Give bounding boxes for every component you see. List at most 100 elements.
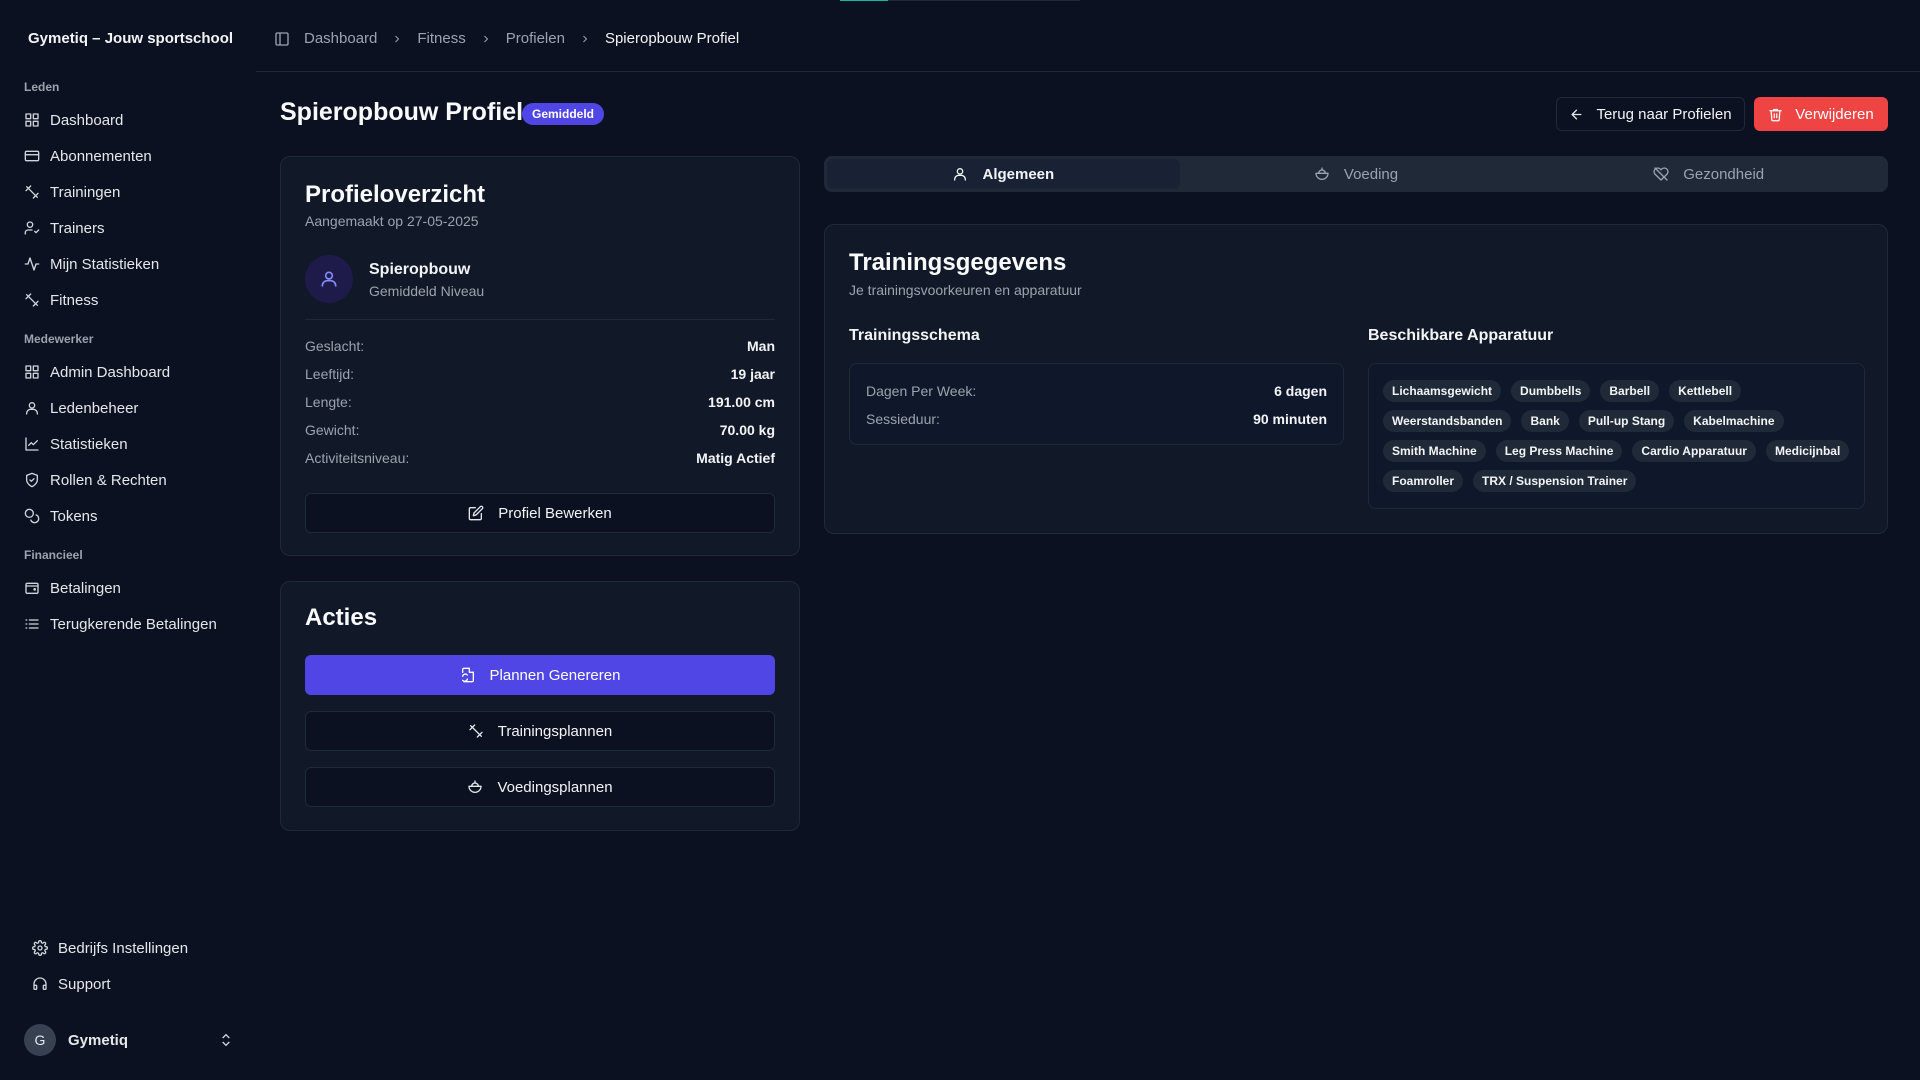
equipment-chip: Leg Press Machine	[1495, 440, 1623, 462]
detail-label: Geslacht:	[305, 338, 365, 354]
user-menu[interactable]: G Gymetiq	[24, 1024, 234, 1056]
equipment-title: Beschikbare Apparatuur	[1368, 327, 1554, 344]
sidebar-item-statistieken[interactable]: Statistieken	[16, 428, 244, 460]
back-to-profiles-button[interactable]: Terug naar Profielen	[1556, 97, 1745, 131]
sidebar-item-terugkerende-betalingen[interactable]: Terugkerende Betalingen	[16, 608, 244, 640]
dumbbell-icon	[469, 724, 483, 738]
tab-voeding[interactable]: Voeding	[1180, 159, 1533, 189]
sidebar-item-betalingen[interactable]: Betalingen	[16, 572, 244, 604]
shield-check-icon	[26, 472, 38, 488]
tab-label: Gezondheid	[1683, 165, 1765, 183]
sidebar-item-support[interactable]: Support	[24, 968, 252, 1000]
page-title: Spieropbouw Profiel	[280, 98, 524, 126]
sidebar-item-label: Trainers	[50, 219, 105, 237]
wallet-icon	[25, 582, 39, 594]
schedule-value: 90 minuten	[1253, 411, 1327, 427]
chevron-right-icon	[579, 33, 591, 45]
equipment-chip: Kettlebell	[1669, 380, 1742, 402]
breadcrumb-fitness[interactable]: Fitness	[417, 30, 465, 47]
breadcrumb-profielen[interactable]: Profielen	[506, 30, 565, 47]
group-label-leden: Leden	[24, 80, 60, 94]
user-name: Gymetiq	[68, 1031, 129, 1049]
sidebar-item-label: Admin Dashboard	[50, 363, 171, 381]
sidebar-toggle-button[interactable]	[274, 31, 290, 47]
profile-name: Spieropbouw	[369, 261, 471, 278]
equipment-chip: Dumbbells	[1511, 380, 1591, 402]
equipment-chip: Foamroller	[1383, 470, 1464, 492]
tab-label: Voeding	[1343, 165, 1399, 183]
sidebar-item-bedrijfs-instellingen[interactable]: Bedrijfs Instellingen	[24, 932, 252, 964]
equipment-chip: Weerstandsbanden	[1383, 410, 1512, 432]
actions-card: Acties Plannen Genereren Trainingsplanne…	[280, 581, 800, 831]
heart-pulse-off-icon	[1653, 167, 1669, 181]
card-title: Acties	[305, 604, 378, 631]
breadcrumb-current: Spieropbouw Profiel	[604, 30, 740, 47]
detail-row-activity: Activiteitsniveau: Matig Actief	[305, 450, 775, 466]
equipment-chip: Kabelmachine	[1684, 410, 1784, 432]
equipment-chip: Medicijnbal	[1765, 440, 1850, 462]
salad-icon	[468, 780, 483, 793]
schedule-row-duration: Sessieduur: 90 minuten	[866, 411, 1327, 427]
training-plans-button[interactable]: Trainingsplannen	[305, 711, 775, 751]
nutrition-plans-label: Voedingsplannen	[497, 778, 613, 796]
sidebar-item-label: Fitness	[50, 291, 99, 309]
sidebar-item-trainers[interactable]: Trainers	[16, 212, 244, 244]
file-sync-icon	[461, 667, 474, 683]
schedule-box: Dagen Per Week: 6 dagen Sessieduur: 90 m…	[849, 363, 1344, 445]
schedule-title: Trainingsschema	[849, 327, 980, 344]
edit-profile-button[interactable]: Profiel Bewerken	[305, 493, 775, 533]
delete-button[interactable]: Verwijderen	[1754, 97, 1888, 131]
avatar: G	[24, 1024, 56, 1056]
equipment-list: Lichaamsgewicht Dumbbells Barbell Kettlebel…	[1368, 363, 1865, 509]
equipment-chip: Cardio Apparatuur	[1632, 440, 1756, 462]
user-icon	[954, 168, 967, 181]
dumbbell-icon	[25, 185, 39, 199]
chevrons-up-down-icon	[222, 1033, 230, 1047]
profile-tabs: Algemeen Voeding Gezondheid	[824, 156, 1888, 192]
credit-card-icon	[24, 150, 40, 162]
list-icon	[25, 619, 39, 629]
sidebar-item-mijn-statistieken[interactable]: Mijn Statistieken	[16, 248, 244, 280]
user-icon	[321, 271, 337, 287]
sidebar-item-label: Abonnementen	[50, 147, 152, 165]
grid-icon	[25, 113, 39, 127]
sidebar-item-label: Tokens	[50, 507, 98, 525]
sidebar-item-tokens[interactable]: Tokens	[16, 500, 244, 532]
chevron-right-icon	[391, 33, 403, 45]
sidebar: Gymetiq – Jouw sportschool Leden Dashboa…	[0, 0, 256, 1080]
equipment-chip: Smith Machine	[1383, 440, 1486, 462]
schedule-row-days: Dagen Per Week: 6 dagen	[866, 383, 1327, 399]
sidebar-item-fitness[interactable]: Fitness	[16, 284, 244, 316]
sidebar-item-rollen-rechten[interactable]: Rollen & Rechten	[16, 464, 244, 496]
sidebar-item-abonnementen[interactable]: Abonnementen	[16, 140, 244, 172]
sidebar-item-label: Betalingen	[50, 579, 121, 597]
tab-gezondheid[interactable]: Gezondheid	[1532, 159, 1885, 189]
breadcrumb-dashboard[interactable]: Dashboard	[304, 30, 377, 47]
generate-plans-button[interactable]: Plannen Genereren	[305, 655, 775, 695]
schedule-label: Sessieduur:	[866, 411, 940, 427]
profile-level: Gemiddeld Niveau	[369, 283, 485, 299]
group-label-medewerker: Medewerker	[24, 332, 94, 346]
sidebar-item-label: Bedrijfs Instellingen	[58, 939, 189, 957]
sidebar-item-dashboard[interactable]: Dashboard	[16, 104, 244, 136]
detail-value: 19 jaar	[730, 366, 775, 382]
sidebar-item-trainingen[interactable]: Trainingen	[16, 176, 244, 208]
sidebar-item-admin-dashboard[interactable]: Admin Dashboard	[16, 356, 244, 388]
sidebar-item-ledenbeheer[interactable]: Ledenbeheer	[16, 392, 244, 424]
tab-algemeen[interactable]: Algemeen	[827, 159, 1180, 189]
dumbbell-icon	[25, 293, 39, 307]
sidebar-item-label: Statistieken	[50, 435, 128, 453]
detail-label: Activiteitsniveau:	[305, 450, 410, 466]
created-date: Aangemaakt op 27-05-2025	[305, 213, 479, 229]
gear-icon	[32, 940, 48, 956]
edit-profile-label: Profiel Bewerken	[498, 504, 612, 522]
equipment-chip: TRX / Suspension Trainer	[1473, 470, 1637, 492]
breadcrumb: Dashboard Fitness Profielen Spieropbouw …	[274, 30, 739, 47]
group-label-financieel: Financieel	[24, 548, 83, 562]
detail-label: Leeftijd:	[305, 366, 355, 382]
profile-overview-card: Profieloverzicht Aangemaakt op 27-05-202…	[280, 156, 800, 556]
card-title: Trainingsgegevens	[849, 249, 1067, 276]
nutrition-plans-button[interactable]: Voedingsplannen	[305, 767, 775, 807]
equipment-chip: Lichaamsgewicht	[1383, 380, 1502, 402]
detail-row-height: Lengte: 191.00 cm	[305, 394, 775, 410]
